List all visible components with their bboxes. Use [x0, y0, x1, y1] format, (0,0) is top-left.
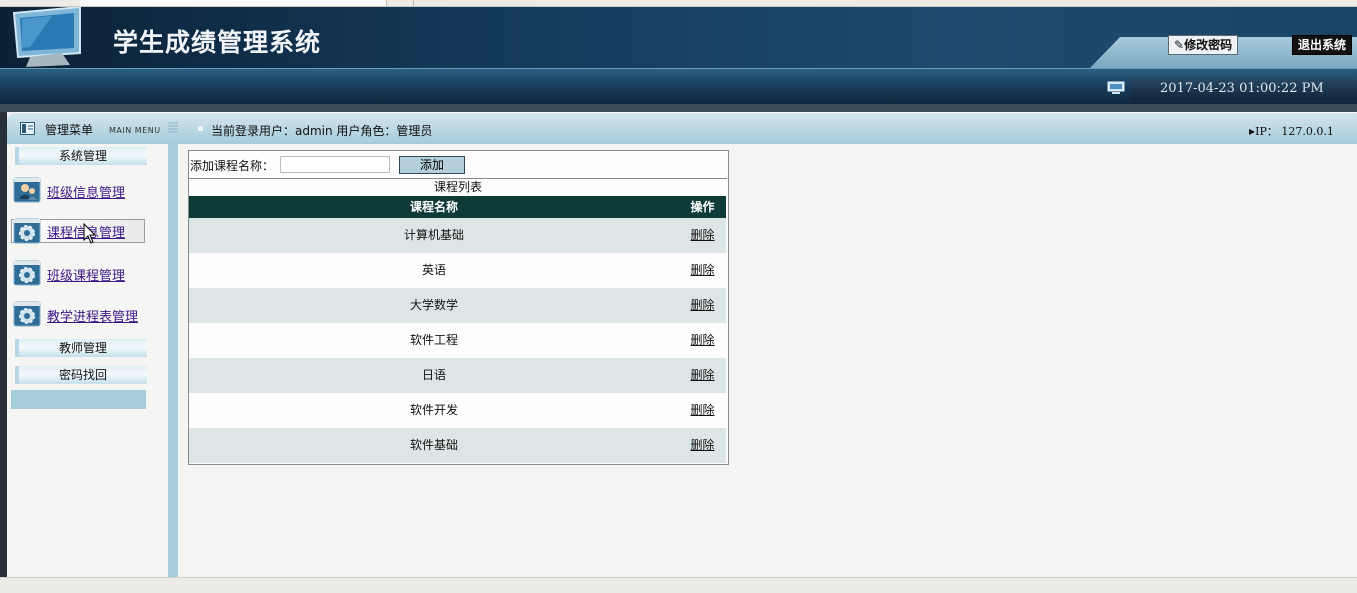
- student-icon: [13, 177, 41, 203]
- table-row: 英语 删除: [189, 253, 726, 288]
- monitor-logo-icon: [0, 7, 100, 68]
- delete-link[interactable]: 删除: [679, 253, 726, 288]
- browser-status-bar: [0, 577, 1357, 593]
- add-button[interactable]: 添加: [399, 156, 465, 174]
- menu-title: 管理菜单: [45, 123, 94, 137]
- delete-link[interactable]: 删除: [679, 288, 726, 323]
- exit-system-button[interactable]: 退出系统: [1292, 35, 1353, 55]
- course-name-cell: 日语: [421, 368, 446, 382]
- sidebar-item-class-info[interactable]: 班级信息管理: [11, 177, 145, 203]
- browser-tab[interactable]: [386, 0, 414, 6]
- sidebar-item-label: 教学进程表管理: [47, 310, 139, 325]
- column-course-name: 课程名称: [409, 200, 458, 214]
- app-title: 学生成绩管理系统: [113, 28, 322, 57]
- delete-link[interactable]: 删除: [679, 358, 726, 393]
- delete-link[interactable]: 删除: [679, 428, 726, 463]
- table-row: 计算机基础 删除: [189, 218, 726, 253]
- table-row: 软件基础 删除: [189, 428, 726, 463]
- menu-toggle-icon[interactable]: [168, 121, 178, 133]
- sidebar-item-label: 班级信息管理: [47, 186, 126, 201]
- course-name-cell: 大学数学: [409, 298, 458, 312]
- sidebar-item-label: 班级课程管理: [47, 269, 126, 284]
- table-row: 软件工程 删除: [189, 323, 726, 358]
- sidebar-item-class-course[interactable]: 班级课程管理: [11, 260, 145, 286]
- computer-icon: [1107, 81, 1125, 94]
- table-row: 大学数学 删除: [189, 288, 726, 323]
- sidebar-item-course-info[interactable]: 课程信息管理: [11, 218, 145, 244]
- course-name-cell: 软件工程: [409, 333, 458, 347]
- change-password-label: 修改密码: [1184, 38, 1233, 52]
- course-name-input[interactable]: [280, 156, 390, 173]
- course-name-cell: 英语: [421, 263, 446, 277]
- delete-link[interactable]: 删除: [679, 323, 726, 358]
- change-password-button[interactable]: ✎修改密码: [1168, 35, 1239, 55]
- key-icon: ✎: [1174, 38, 1185, 52]
- course-name-cell: 计算机基础: [403, 228, 464, 242]
- ip-value: 127.0.0.1: [1281, 125, 1334, 138]
- course-list-title: 课程列表: [189, 178, 727, 196]
- ip-label: IP：: [1255, 125, 1278, 138]
- browser-tab-strip: [0, 0, 1357, 7]
- table-row: 软件开发 删除: [189, 393, 726, 428]
- current-user-info: 当前登录用户：admin 用户角色：管理员: [211, 124, 433, 138]
- sidebar-item-teaching-schedule[interactable]: 教学进程表管理: [11, 301, 145, 327]
- table-row: 日语 删除: [189, 358, 726, 393]
- sidebar-footer: [11, 390, 146, 409]
- sidebar-gutter: [168, 144, 178, 577]
- menu-bar: [7, 113, 1357, 144]
- section-password-recovery[interactable]: 密码找回: [15, 366, 147, 384]
- gear-icon: [13, 260, 41, 286]
- browser-tab[interactable]: [0, 0, 81, 6]
- table-header: 课程名称 操作: [189, 196, 726, 218]
- sidebar: [7, 144, 167, 577]
- section-system[interactable]: 系统管理: [15, 147, 147, 165]
- column-action: 操作: [690, 200, 715, 214]
- browser-tab-active[interactable]: [80, 0, 387, 6]
- gear-icon: [13, 218, 41, 244]
- app-header: 学生成绩管理系统: [0, 7, 1357, 68]
- delete-link[interactable]: 删除: [679, 218, 726, 253]
- gear-icon: [13, 301, 41, 327]
- section-teacher[interactable]: 教师管理: [15, 339, 147, 357]
- course-name-cell: 软件基础: [409, 438, 458, 452]
- menu-icon: [20, 122, 35, 135]
- bullet-icon: [198, 126, 203, 131]
- delete-link[interactable]: 删除: [679, 393, 726, 428]
- mouse-pointer-icon: [83, 222, 97, 245]
- datetime-display: 2017-04-23 01:00:22 PM: [1131, 78, 1357, 100]
- left-edge: [0, 112, 7, 577]
- add-course-label: 添加课程名称：: [190, 159, 275, 173]
- header-shadow: [0, 104, 1357, 112]
- ip-info: ▶IP： 127.0.0.1: [1249, 123, 1334, 139]
- course-name-cell: 软件开发: [409, 403, 458, 417]
- menu-title-en: MAIN MENU: [109, 126, 161, 135]
